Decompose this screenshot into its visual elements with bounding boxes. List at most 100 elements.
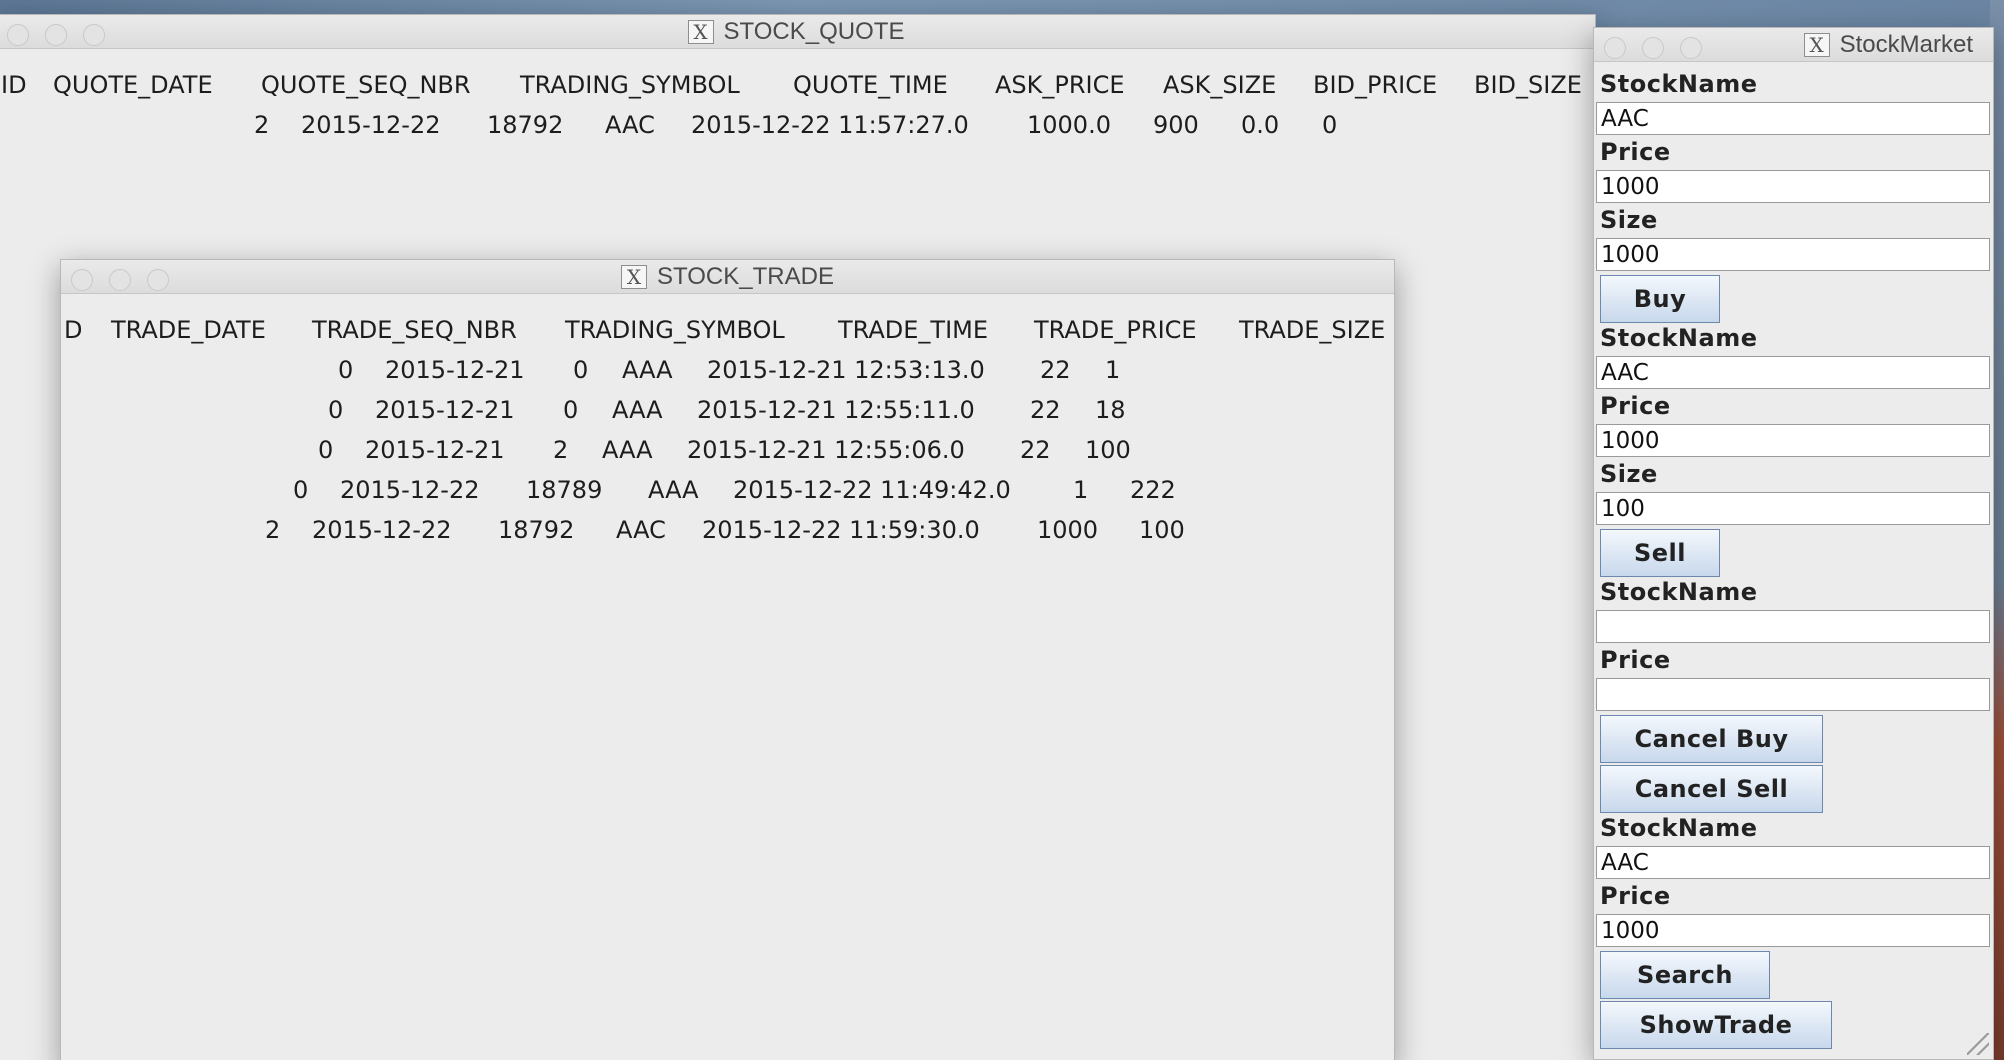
buy-price-input[interactable] — [1596, 170, 1990, 203]
table-cell: 18 — [1095, 396, 1126, 424]
column-header: ID — [1, 71, 27, 99]
stock-market-window: X StockMarket StockName Price Size Buy S… — [1593, 27, 1994, 1060]
sell-button[interactable]: Sell — [1600, 529, 1720, 577]
table-cell: 2015-12-21 12:55:06.0 — [687, 436, 965, 464]
column-header: TRADE_DATE — [111, 316, 266, 344]
cancel-sell-button[interactable]: Cancel Sell — [1600, 765, 1823, 813]
table-cell: 0 — [563, 396, 579, 424]
table-cell: 900 — [1153, 111, 1199, 139]
buy-stockname-label: StockName — [1600, 70, 1758, 98]
table-cell: 2 — [553, 436, 569, 464]
column-header: BID_SIZE — [1474, 71, 1582, 99]
cancel-stockname-input[interactable] — [1596, 610, 1990, 643]
table-cell: 2015-12-22 11:57:27.0 — [691, 111, 969, 139]
table-cell: 100 — [1139, 516, 1185, 544]
column-header: TRADING_SYMBOL — [520, 71, 740, 99]
table-row: 0 2015-12-21 2 AAA 2015-12-21 12:55:06.0… — [61, 436, 1394, 466]
table-cell: 0 — [1322, 111, 1338, 139]
show-trade-button[interactable]: ShowTrade — [1600, 1001, 1832, 1049]
table-cell: 1000.0 — [1027, 111, 1111, 139]
table-row: 0 2015-12-22 18789 AAA 2015-12-22 11:49:… — [61, 476, 1394, 506]
search-price-input[interactable] — [1596, 914, 1990, 947]
window-title: StockMarket — [1839, 31, 1973, 58]
sell-size-label: Size — [1600, 460, 1658, 488]
table-cell: 0 — [573, 356, 589, 384]
stock-trade-titlebar[interactable]: X STOCK_TRADE — [61, 260, 1394, 294]
buy-size-input[interactable] — [1596, 238, 1990, 271]
buy-price-label: Price — [1600, 138, 1671, 166]
search-stockname-label: StockName — [1600, 814, 1758, 842]
table-cell: 2015-12-21 12:55:11.0 — [697, 396, 975, 424]
column-header: BID_PRICE — [1313, 71, 1438, 99]
cancel-stockname-label: StockName — [1600, 578, 1758, 606]
table-cell: 18792 — [487, 111, 564, 139]
table-row: 0 2015-12-21 0 AAA 2015-12-21 12:55:11.0… — [61, 396, 1394, 426]
table-cell: 2015-12-22 — [301, 111, 441, 139]
table-cell: 22 — [1020, 436, 1051, 464]
table-cell: 2015-12-21 — [375, 396, 515, 424]
buy-stockname-input[interactable] — [1596, 102, 1990, 135]
table-cell: 2015-12-21 — [365, 436, 505, 464]
table-cell: 2015-12-21 — [385, 356, 525, 384]
window-title: STOCK_QUOTE — [723, 18, 905, 45]
x11-icon: X — [687, 20, 714, 44]
column-header: TRADE_PRICE — [1034, 316, 1197, 344]
x11-icon: X — [1803, 33, 1830, 57]
table-row: 2 2015-12-22 18792 AAC 2015-12-22 11:59:… — [61, 516, 1394, 546]
table-cell: 2 — [265, 516, 281, 544]
search-price-label: Price — [1600, 882, 1671, 910]
table-cell: 2015-12-22 11:59:30.0 — [702, 516, 980, 544]
cancel-price-input[interactable] — [1596, 678, 1990, 711]
window-title: STOCK_TRADE — [657, 263, 834, 290]
table-cell: 22 — [1040, 356, 1071, 384]
column-header: TRADE_SEQ_NBR — [312, 316, 517, 344]
buy-button[interactable]: Buy — [1600, 275, 1720, 323]
table-cell: 0 — [328, 396, 344, 424]
table-cell: 222 — [1130, 476, 1176, 504]
table-cell: AAA — [648, 476, 699, 504]
table-cell: 2015-12-22 — [312, 516, 452, 544]
x11-icon: X — [621, 265, 648, 289]
table-cell: AAA — [612, 396, 663, 424]
table-cell: 2015-12-22 — [340, 476, 480, 504]
sell-size-input[interactable] — [1596, 492, 1990, 525]
sell-stockname-label: StockName — [1600, 324, 1758, 352]
table-header: D TRADE_DATE TRADE_SEQ_NBR TRADING_SYMBO… — [61, 316, 1394, 346]
column-header: ASK_SIZE — [1163, 71, 1277, 99]
table-cell: 1 — [1105, 356, 1121, 384]
sell-price-label: Price — [1600, 392, 1671, 420]
table-cell: 0.0 — [1241, 111, 1280, 139]
buy-size-label: Size — [1600, 206, 1658, 234]
table-row: 2 2015-12-22 18792 AAC 2015-12-22 11:57:… — [0, 111, 1595, 141]
column-header: TRADE_SIZE — [1239, 316, 1386, 344]
column-header: ASK_PRICE — [995, 71, 1125, 99]
table-cell: 0 — [338, 356, 354, 384]
search-stockname-input[interactable] — [1596, 846, 1990, 879]
table-cell: 18789 — [526, 476, 603, 504]
table-cell: 100 — [1085, 436, 1131, 464]
sell-price-input[interactable] — [1596, 424, 1990, 457]
table-cell: 0 — [293, 476, 309, 504]
table-cell: AAA — [622, 356, 673, 384]
resize-grip-icon[interactable] — [1967, 1033, 1989, 1055]
table-row: 0 2015-12-21 0 AAA 2015-12-21 12:53:13.0… — [61, 356, 1394, 386]
table-cell: AAC — [616, 516, 666, 544]
table-header: ID QUOTE_DATE QUOTE_SEQ_NBR TRADING_SYMB… — [0, 71, 1595, 101]
table-cell: 22 — [1030, 396, 1061, 424]
column-header: QUOTE_DATE — [53, 71, 213, 99]
stock-market-titlebar[interactable]: X StockMarket — [1594, 28, 1993, 62]
search-button[interactable]: Search — [1600, 951, 1770, 999]
cancel-buy-button[interactable]: Cancel Buy — [1600, 715, 1823, 763]
table-cell: AAC — [605, 111, 655, 139]
stock-trade-window: X STOCK_TRADE D TRADE_DATE TRADE_SEQ_NBR… — [60, 259, 1395, 1060]
stock-quote-titlebar[interactable]: X STOCK_QUOTE — [0, 15, 1595, 49]
column-header: TRADE_TIME — [838, 316, 989, 344]
column-header: D — [64, 316, 83, 344]
column-header: TRADING_SYMBOL — [565, 316, 785, 344]
column-header: QUOTE_SEQ_NBR — [261, 71, 471, 99]
table-cell: 2015-12-21 12:53:13.0 — [707, 356, 985, 384]
sell-stockname-input[interactable] — [1596, 356, 1990, 389]
cancel-price-label: Price — [1600, 646, 1671, 674]
table-cell: 18792 — [498, 516, 575, 544]
table-cell: 2 — [254, 111, 270, 139]
